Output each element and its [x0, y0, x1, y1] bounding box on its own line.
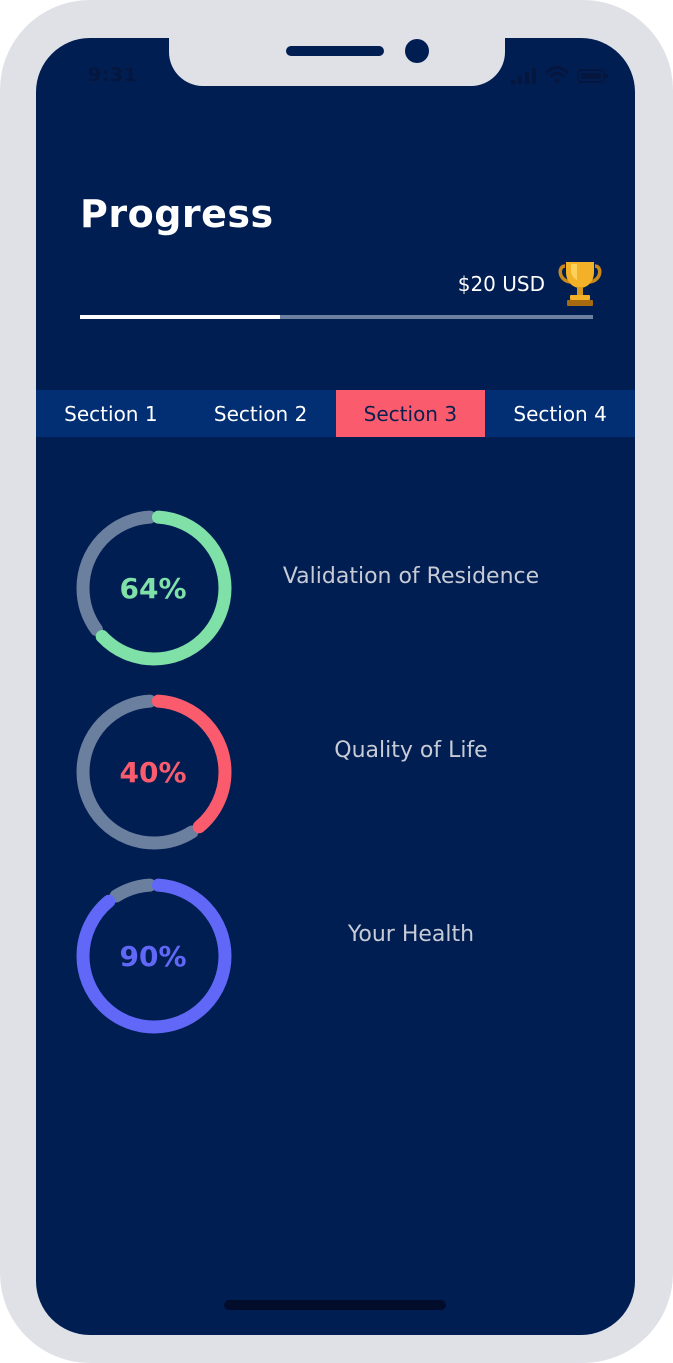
progress-percent: 40%: [119, 755, 187, 789]
phone-frame: 9:31 Progress $20 USD Section 1 Section …: [0, 0, 673, 1363]
front-camera: [405, 39, 429, 63]
app-screen: 9:31 Progress $20 USD Section 1 Section …: [36, 38, 635, 1335]
trophy-icon: [558, 262, 602, 306]
status-time: 9:31: [88, 64, 138, 86]
status-icons: [511, 66, 609, 84]
cellular-signal-icon: [511, 68, 536, 84]
wifi-icon: [545, 66, 569, 84]
home-indicator[interactable]: [224, 1300, 446, 1310]
tab-section-3[interactable]: Section 3: [335, 390, 486, 437]
speaker-grille: [286, 46, 384, 56]
overall-progress-bar: [80, 315, 593, 319]
reward-badge: $20 USD: [458, 260, 603, 308]
progress-item-label: Your Health: [347, 922, 475, 947]
tab-section-4[interactable]: Section 4: [485, 390, 635, 437]
progress-item-label: Quality of Life: [334, 738, 488, 763]
section-tabs: Section 1 Section 2 Section 3 Section 4: [36, 390, 635, 437]
tab-section-1[interactable]: Section 1: [36, 390, 186, 437]
tab-section-2[interactable]: Section 2: [186, 390, 336, 437]
progress-percent: 64%: [119, 571, 187, 605]
progress-item[interactable]: 40% Quality of Life: [36, 692, 635, 852]
progress-item-label: Validation of Residence: [282, 564, 540, 589]
reward-amount: $20 USD: [457, 272, 545, 296]
overall-progress-fill: [80, 315, 281, 319]
page-title: Progress: [80, 192, 274, 236]
progress-item[interactable]: 90% Your Health: [36, 876, 635, 1036]
progress-item[interactable]: 64% Validation of Residence: [36, 508, 635, 668]
progress-percent: 90%: [119, 939, 187, 973]
battery-icon: [577, 69, 608, 83]
device-notch: [169, 38, 505, 86]
